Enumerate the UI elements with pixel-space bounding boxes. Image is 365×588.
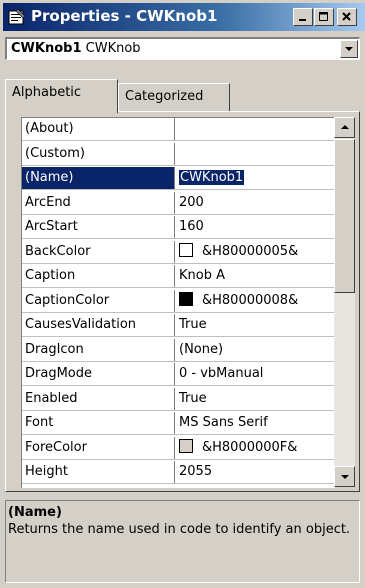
description-text: Returns the name used in code to identif…	[8, 522, 351, 537]
property-value[interactable]: 2055	[176, 461, 335, 483]
close-icon	[342, 12, 351, 21]
property-value[interactable]: True	[176, 388, 335, 410]
property-row[interactable]: (Custom)	[22, 142, 335, 166]
window-title: Properties - CWKnob1	[31, 7, 218, 25]
property-row[interactable]: DragIcon (None)	[22, 338, 335, 362]
property-value-text: MS Sans Serif	[179, 415, 268, 430]
property-row[interactable]: CausesValidation True	[22, 314, 335, 337]
property-row[interactable]: Enabled True	[22, 387, 335, 411]
property-value-text: CWKnob1	[179, 170, 245, 185]
property-name[interactable]: DragIcon	[22, 338, 175, 361]
maximize-icon	[319, 12, 328, 21]
property-value[interactable]: &H80000008&	[176, 290, 335, 312]
arrow-down-icon	[341, 475, 349, 479]
property-value[interactable]	[176, 143, 335, 165]
object-selector-dropdown-button[interactable]	[340, 40, 358, 58]
description-title: (Name)	[8, 505, 62, 520]
object-name: CWKnob1	[11, 41, 82, 56]
minimize-button[interactable]	[293, 8, 313, 26]
tab-label: Categorized	[125, 89, 204, 104]
property-value-text: &H80000008&	[202, 292, 299, 308]
property-name[interactable]: (Custom)	[22, 142, 175, 165]
property-name[interactable]: ForeColor	[22, 436, 175, 459]
property-row[interactable]: Caption Knob A	[22, 265, 335, 288]
property-name[interactable]: CausesValidation	[22, 314, 175, 336]
color-swatch	[179, 438, 193, 453]
color-swatch	[179, 242, 193, 257]
property-value[interactable]: CWKnob1	[176, 167, 335, 189]
description-pane: (Name) Returns the name used in code to …	[5, 500, 360, 583]
property-value[interactable]: 160	[176, 216, 335, 238]
property-value-text: True	[179, 390, 207, 406]
property-row[interactable]: (Name) CWKnob1	[22, 167, 335, 190]
property-row[interactable]: Height 2055	[22, 461, 335, 484]
minimize-icon	[299, 19, 306, 21]
property-name[interactable]: (About)	[22, 118, 175, 140]
property-value-text: 0 - vbManual	[179, 366, 264, 381]
property-name[interactable]: Caption	[22, 265, 175, 287]
property-row[interactable]: DragMode 0 - vbManual	[22, 363, 335, 386]
property-row[interactable]: (About)	[22, 118, 335, 141]
property-name[interactable]: ArcStart	[22, 216, 175, 238]
property-row[interactable]: ArcEnd 200	[22, 191, 335, 215]
title-bar[interactable]: Properties - CWKnob1	[3, 3, 365, 31]
scroll-down-button[interactable]	[334, 466, 355, 487]
property-row[interactable]: CaptionColor &H80000008&	[22, 289, 335, 313]
property-grid: (About) (Custom) (Name) CWKnob1 ArcEnd 200 Arc…	[21, 117, 335, 488]
properties-window: Properties - CWKnob1 CWKnob1 CWKnob Alph…	[0, 0, 365, 588]
property-name[interactable]: Enabled	[22, 387, 175, 410]
property-row[interactable]: ForeColor &H8000000F&	[22, 436, 335, 460]
property-value[interactable]: (None)	[176, 339, 335, 361]
property-row[interactable]: Font MS Sans Serif	[22, 412, 335, 435]
property-value-text: &H80000005&	[202, 243, 299, 259]
property-value-text: 160	[179, 219, 204, 234]
close-button[interactable]	[337, 8, 357, 26]
property-name[interactable]: Height	[22, 461, 175, 483]
property-value-text: (None)	[179, 341, 224, 357]
property-value-text: 200	[179, 194, 204, 210]
scroll-thumb[interactable]	[334, 139, 355, 293]
arrow-up-icon	[341, 125, 349, 129]
property-value[interactable]: True	[176, 314, 335, 336]
tab-alphabetic[interactable]: Alphabetic	[5, 79, 118, 113]
property-value[interactable]: MS Sans Serif	[176, 412, 335, 434]
scroll-up-button[interactable]	[334, 117, 355, 138]
property-value[interactable]: &H8000000F&	[176, 437, 335, 459]
property-value[interactable]	[176, 118, 335, 140]
object-type: CWKnob	[85, 41, 141, 56]
property-value[interactable]: Knob A	[176, 265, 335, 287]
property-value[interactable]: 0 - vbManual	[176, 363, 335, 385]
property-row[interactable]: ArcStart 160	[22, 216, 335, 239]
property-value-text: &H8000000F&	[202, 439, 298, 455]
tab-label: Alphabetic	[12, 85, 82, 100]
properties-icon	[8, 8, 26, 25]
vertical-scrollbar[interactable]	[334, 117, 355, 487]
property-name[interactable]: BackColor	[22, 240, 175, 263]
object-selector[interactable]: CWKnob1 CWKnob	[5, 37, 360, 60]
chevron-down-icon	[345, 47, 353, 51]
maximize-button[interactable]	[314, 8, 334, 26]
property-value[interactable]: 200	[176, 192, 335, 214]
property-name[interactable]: CaptionColor	[22, 289, 175, 312]
property-value-text: True	[179, 317, 207, 332]
property-value-text: Knob A	[179, 268, 225, 283]
tab-categorized[interactable]: Categorized	[118, 83, 230, 111]
property-row[interactable]: BackColor &H80000005&	[22, 240, 335, 264]
color-swatch	[179, 291, 193, 306]
property-name[interactable]: (Name)	[22, 167, 175, 189]
property-name[interactable]: Font	[22, 412, 175, 434]
property-value[interactable]: &H80000005&	[176, 241, 335, 263]
property-value-text: 2055	[179, 464, 213, 479]
property-name[interactable]: ArcEnd	[22, 191, 175, 214]
property-name[interactable]: DragMode	[22, 363, 175, 385]
